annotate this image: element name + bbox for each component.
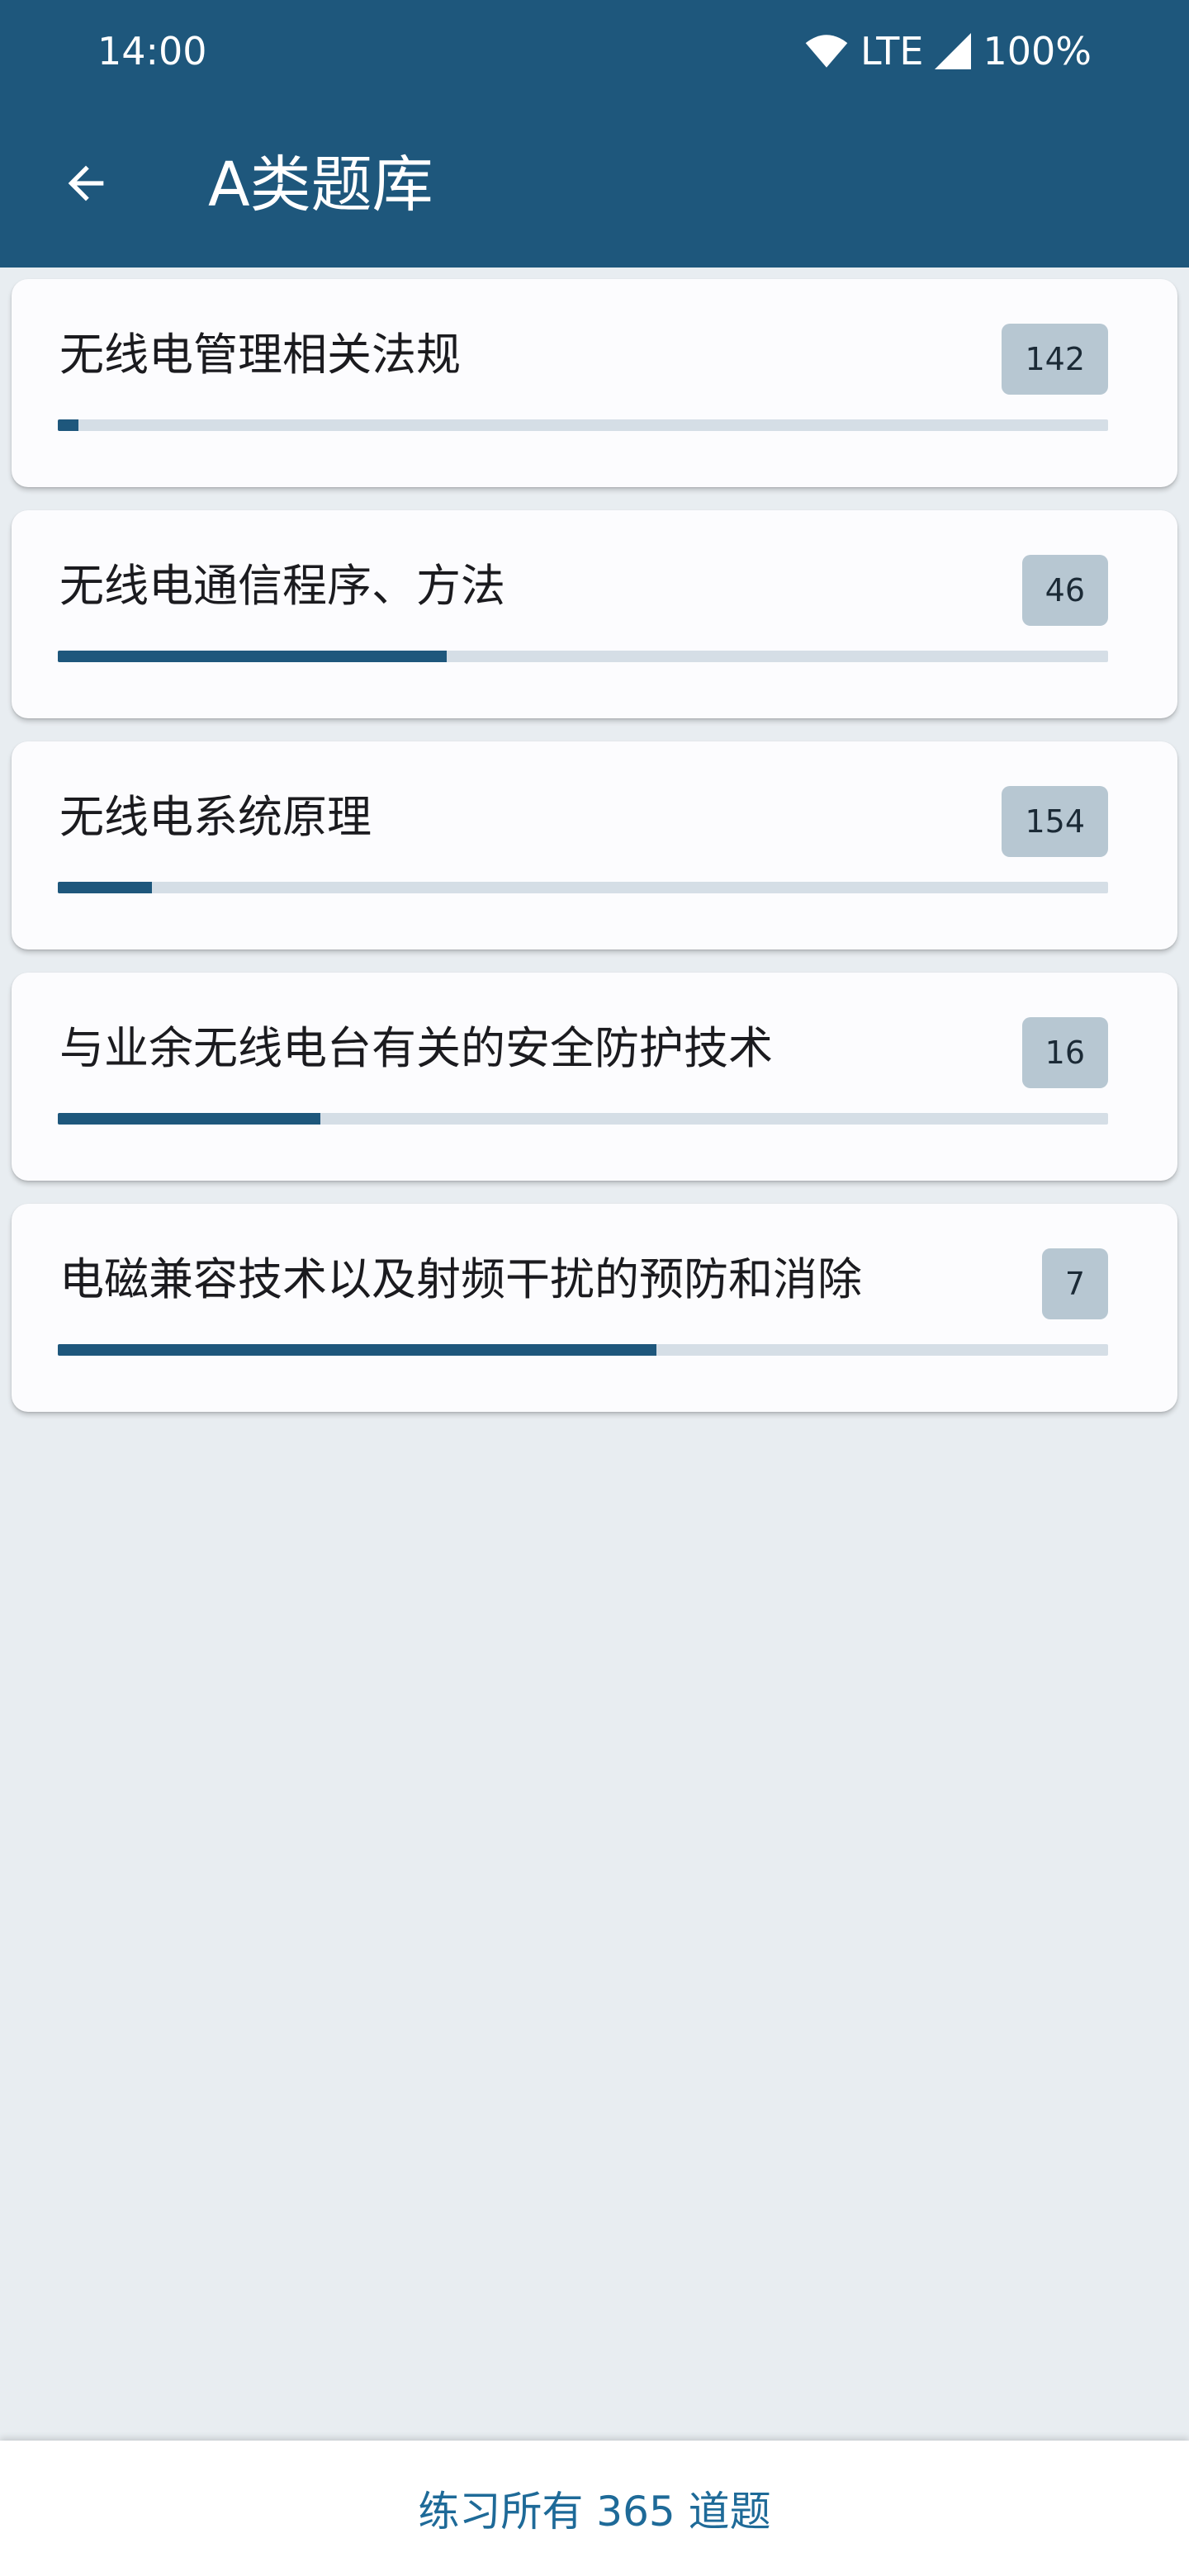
app-bar: 14:00 LTE 100% A类题库 xyxy=(0,0,1189,268)
category-title: 电磁兼容技术以及射频干扰的预防和消除 xyxy=(59,1253,862,1305)
status-time: 14:00 xyxy=(97,29,207,73)
page-title: A类题库 xyxy=(208,149,433,220)
back-button[interactable] xyxy=(45,144,127,226)
question-count-badge: 142 xyxy=(1002,324,1108,395)
category-title: 无线电管理相关法规 xyxy=(59,329,461,381)
progress-fill xyxy=(58,651,447,662)
category-card[interactable]: 无线电管理相关法规 142 xyxy=(12,279,1177,487)
question-count-badge: 46 xyxy=(1021,555,1108,626)
arrow-back-icon xyxy=(59,157,112,213)
question-count-badge: 7 xyxy=(1041,1248,1108,1319)
category-title: 无线电系统原理 xyxy=(59,791,372,843)
progress-bar xyxy=(58,882,1108,893)
toolbar: A类题库 xyxy=(0,102,1189,268)
category-card[interactable]: 无线电通信程序、方法 46 xyxy=(12,510,1177,718)
network-type: LTE xyxy=(860,29,924,73)
progress-bar xyxy=(58,651,1108,662)
wifi-icon xyxy=(804,33,849,69)
practice-all-button[interactable]: 练习所有 365 道题 xyxy=(385,2462,803,2555)
status-bar: 14:00 LTE 100% xyxy=(0,0,1189,102)
progress-bar xyxy=(58,1113,1108,1125)
signal-icon xyxy=(935,33,972,69)
question-count-badge: 154 xyxy=(1002,786,1108,857)
category-list: 无线电管理相关法规 142 无线电通信程序、方法 46 无线电系统原理 154 … xyxy=(12,279,1177,1435)
category-title: 无线电通信程序、方法 xyxy=(59,560,505,612)
question-count-badge: 16 xyxy=(1021,1017,1108,1088)
status-indicators: LTE 100% xyxy=(804,26,1092,76)
category-card[interactable]: 电磁兼容技术以及射频干扰的预防和消除 7 xyxy=(12,1204,1177,1412)
progress-fill xyxy=(58,1113,320,1125)
progress-fill xyxy=(58,882,153,893)
progress-bar xyxy=(58,419,1108,431)
bottom-bar: 练习所有 365 道题 xyxy=(0,2441,1189,2576)
battery-level: 100% xyxy=(983,29,1092,73)
category-card[interactable]: 与业余无线电台有关的安全防护技术 16 xyxy=(12,973,1177,1181)
progress-fill xyxy=(58,419,79,431)
progress-fill xyxy=(58,1344,657,1356)
category-card[interactable]: 无线电系统原理 154 xyxy=(12,741,1177,949)
progress-bar xyxy=(58,1344,1108,1356)
category-title: 与业余无线电台有关的安全防护技术 xyxy=(59,1022,773,1074)
